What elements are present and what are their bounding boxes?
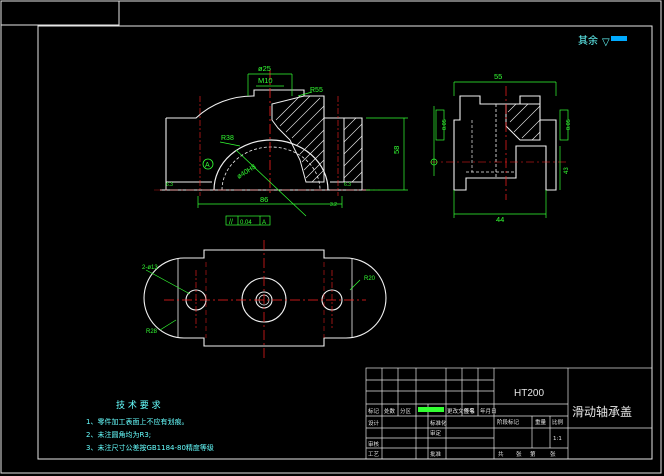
svg-text:张: 张 <box>516 450 522 458</box>
svg-text:阶段标记: 阶段标记 <box>497 418 520 426</box>
engineering-drawing: 其余 ▽ ø25 M10 R55 R38 ø40H8 86 58 A // 0.… <box>0 0 664 476</box>
note-2: 2、未注圆角均为R3; <box>86 430 151 439</box>
svg-text:签名: 签名 <box>464 407 475 415</box>
dim-43: 43 <box>564 167 570 174</box>
surface-note: 其余 <box>578 34 598 47</box>
dim-44: 44 <box>496 215 504 224</box>
dim-r20: R20 <box>364 276 376 282</box>
parallel-tol-value: 0.04 <box>240 220 252 226</box>
scale-value: 1:1 <box>553 436 562 442</box>
svg-text:工艺: 工艺 <box>368 451 380 458</box>
dim-m10: M10 <box>258 76 273 85</box>
parallel-tol-datum: A <box>262 220 266 226</box>
note-3: 3、未注尺寸公差按GB1184-80精度等级 <box>86 443 214 452</box>
dim-86: 86 <box>260 195 268 204</box>
svg-text:重量: 重量 <box>535 418 547 426</box>
svg-text://: // <box>229 219 233 226</box>
svg-text:第: 第 <box>530 450 536 458</box>
svg-text:处数: 处数 <box>384 407 396 415</box>
dim-r38: R38 <box>221 135 234 142</box>
svg-text:比例: 比例 <box>552 418 564 426</box>
notes-title: 技 术 要 求 <box>116 399 161 411</box>
finish-right: 6.3 <box>344 182 351 188</box>
surface-value-box <box>611 36 627 41</box>
dim-2-d13: 2-ø13 <box>142 265 158 271</box>
svg-text:批准: 批准 <box>430 450 442 458</box>
svg-text:分区: 分区 <box>400 407 412 415</box>
note-1: 1、零件加工表面上不应有划痕。 <box>86 417 188 426</box>
surface-symbol: ▽ <box>602 37 610 48</box>
dim-r28: R28 <box>146 329 158 335</box>
svg-text:0.05: 0.05 <box>442 119 448 130</box>
svg-text:审定: 审定 <box>430 429 442 437</box>
svg-text:标准化: 标准化 <box>430 419 447 427</box>
dim-58: 58 <box>392 146 401 154</box>
dim-55: 55 <box>494 72 502 81</box>
part-name: 滑动轴承盖 <box>572 404 632 419</box>
finish-bottom: 3.2 <box>330 202 337 208</box>
dim-r55: R55 <box>310 87 323 94</box>
svg-text:年月日: 年月日 <box>480 407 497 415</box>
svg-text:0.05: 0.05 <box>566 119 572 130</box>
dim-d25: ø25 <box>258 64 271 73</box>
material: HT200 <box>514 388 544 399</box>
svg-text:张: 张 <box>550 450 556 458</box>
svg-text:共: 共 <box>498 450 504 458</box>
finish-left: 6.3 <box>166 182 173 188</box>
datum-a-label: A <box>205 162 210 169</box>
svg-text:标记: 标记 <box>368 407 380 415</box>
svg-text:设计: 设计 <box>368 419 380 427</box>
sign-bar <box>418 407 444 412</box>
svg-text:审核: 审核 <box>368 440 380 448</box>
